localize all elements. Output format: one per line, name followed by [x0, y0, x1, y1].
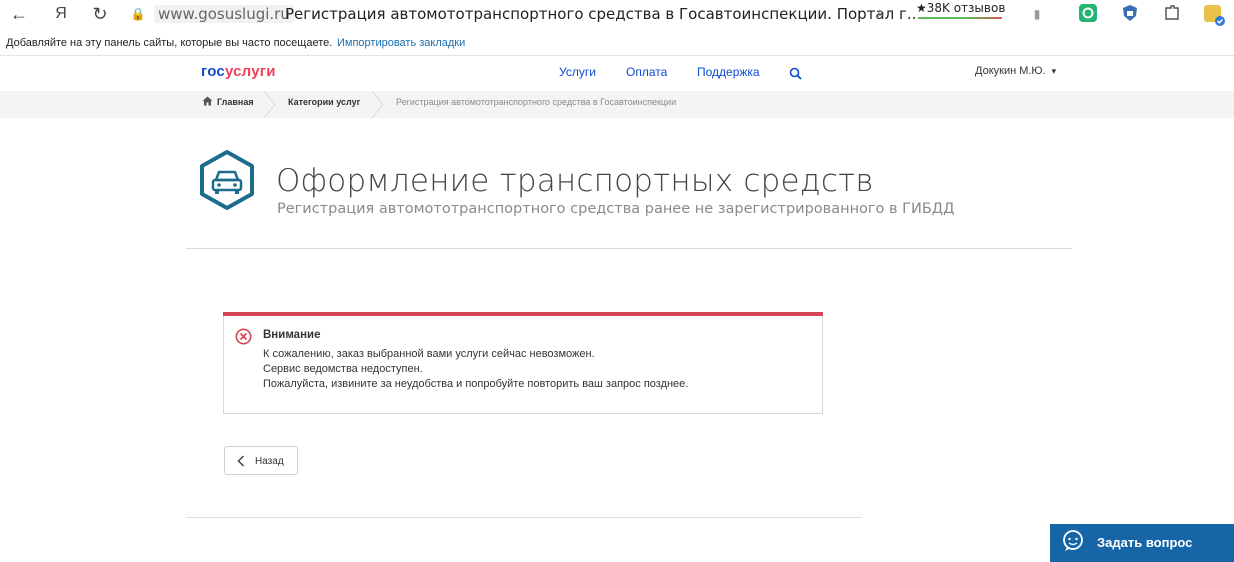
- ask-question-label[interactable]: Задать вопрос: [1097, 535, 1192, 550]
- alert-message-line: К сожалению, заказ выбранной вами услуги…: [263, 348, 595, 360]
- site-search-icon[interactable]: [789, 67, 802, 80]
- breadcrumb-categories[interactable]: Категории услуг: [288, 97, 360, 107]
- alert-message-line: Пожалуйста, извините за неудобства и поп…: [263, 378, 689, 390]
- back-button-label[interactable]: Назад: [255, 456, 284, 467]
- nav-services[interactable]: Услуги: [559, 65, 596, 79]
- extension-badge-icon[interactable]: [1202, 3, 1226, 27]
- divider: [186, 517, 862, 518]
- back-arrow-icon[interactable]: ←: [8, 3, 30, 25]
- bookmark-icon[interactable]: ▮: [1030, 3, 1044, 25]
- bookmarks-hint: Добавляйте на эту панель сайты, которые …: [6, 37, 333, 49]
- home-icon[interactable]: [202, 96, 213, 106]
- breadcrumb-home[interactable]: Главная: [217, 97, 254, 107]
- error-icon: [235, 328, 252, 345]
- alert-message-line: Сервис ведомства недоступен.: [263, 363, 423, 375]
- alert-heading: Внимание: [263, 329, 321, 341]
- car-icon: [200, 150, 254, 210]
- breadcrumb-current: Регистрация автомототранспортного средст…: [396, 97, 677, 107]
- extension-green-icon[interactable]: [1078, 3, 1098, 23]
- chevron-left-icon[interactable]: [237, 455, 245, 467]
- address-bar-domain[interactable]: www.gosuslugi.ru: [154, 5, 294, 23]
- logo-part-gos: гос: [201, 63, 225, 80]
- reviews-badge[interactable]: ★38K отзывов: [916, 1, 1005, 15]
- import-bookmarks-link[interactable]: Импортировать закладки: [337, 37, 465, 49]
- nav-payment[interactable]: Оплата: [626, 65, 667, 79]
- divider: [186, 248, 1072, 249]
- yandex-icon[interactable]: Я: [52, 3, 70, 25]
- breadcrumb-separator: [371, 91, 384, 118]
- page-subtitle: Регистрация автомототранспортного средст…: [277, 201, 955, 217]
- logo-part-uslugi: услуги: [224, 63, 276, 80]
- reload-icon[interactable]: ↻: [90, 3, 110, 25]
- search-icon[interactable]: ⌕: [872, 3, 890, 25]
- extension-puzzle-icon[interactable]: [1162, 3, 1182, 23]
- extension-shield-icon[interactable]: [1120, 3, 1140, 23]
- chat-support-icon[interactable]: [1061, 529, 1085, 553]
- page-tab-title[interactable]: Регистрация автомототранспортного средст…: [285, 5, 921, 23]
- page-title: Оформление транспортных средств: [276, 163, 874, 199]
- gosuslugi-logo[interactable]: госуслуги: [201, 63, 276, 80]
- nav-support[interactable]: Поддержка: [697, 65, 760, 79]
- alert-accent-bar: [223, 312, 823, 316]
- user-name: Докукин М.Ю.: [975, 65, 1046, 77]
- breadcrumb-separator: [263, 91, 276, 118]
- reviews-rating-bar: [918, 17, 1002, 19]
- user-menu[interactable]: Докукин М.Ю. ▾: [975, 65, 1056, 77]
- chevron-down-icon: ▾: [1051, 66, 1057, 76]
- lock-icon: 🔒: [130, 7, 146, 21]
